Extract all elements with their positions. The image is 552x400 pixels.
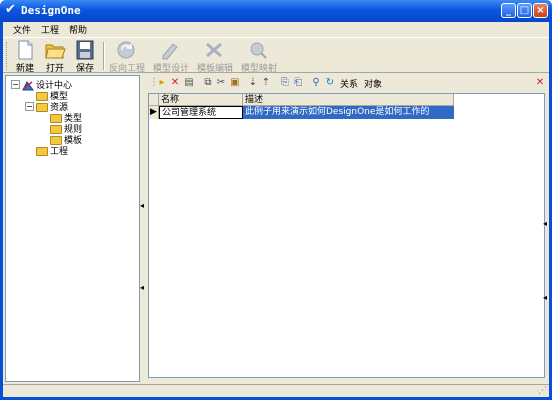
mapping-icon <box>250 42 267 59</box>
design-pencil-icon <box>162 43 178 60</box>
delete-row-icon[interactable]: ✕ <box>169 77 181 89</box>
main-toolbar: 新建 打开 保存 反向工程 模型设计 模板编辑 模型映射 <box>3 37 549 74</box>
row-selector-icon[interactable]: ▶ <box>149 106 159 119</box>
folder-icon <box>36 147 48 156</box>
title-bar: ✔ DesignOne _ □ × <box>0 0 552 22</box>
grid-toolbar: ⋮ ▸ ✕ ▤ ⧉ ✂ ▣ ⇣ ⇡ ⎘ ⎗ ⚲ ↻ 关系 对象 ✕ <box>145 75 549 91</box>
open-label: 打开 <box>45 64 64 74</box>
model-mapping-label: 模型映射 <box>241 64 278 74</box>
column-header-name[interactable]: 名称 <box>159 94 243 106</box>
copy-icon[interactable]: ⧉ <box>202 77 214 89</box>
design-center-icon <box>22 80 34 90</box>
menu-bar: 文件 工程 帮助 <box>3 22 549 36</box>
template-edit-label: 模板编辑 <box>197 64 234 74</box>
sort-asc-icon[interactable]: ⇣ <box>247 77 259 89</box>
status-bar: ⋰ <box>3 384 549 397</box>
resize-grip-icon[interactable]: ⋰ <box>538 386 547 396</box>
model-mapping-button[interactable]: 模型映射 <box>241 40 278 74</box>
table-cell-description[interactable]: 此例子用来演示如何DesignOne是如何工作的 <box>243 106 454 119</box>
new-file-icon <box>18 40 33 60</box>
column-header-description[interactable]: 描述 <box>243 94 454 106</box>
relation-button[interactable]: 关系 <box>340 77 358 90</box>
model-design-button[interactable]: 模型设计 <box>153 40 190 74</box>
paste-icon[interactable]: ▣ <box>229 77 241 89</box>
tree-project-label: 工程 <box>50 147 69 157</box>
cut-icon[interactable]: ✂ <box>215 77 227 89</box>
export-icon[interactable]: ⎘ <box>279 77 291 89</box>
add-row-icon[interactable]: ▸ <box>156 77 168 89</box>
save-disk-icon <box>76 40 94 60</box>
tree-collapse-toggle[interactable]: − <box>11 80 20 89</box>
toolbar-separator <box>103 42 105 70</box>
collapse-left-icon[interactable]: ◂ <box>140 283 144 292</box>
tree-collapse-toggle[interactable]: − <box>25 102 34 111</box>
minimize-button[interactable]: _ <box>501 3 516 18</box>
sort-desc-icon[interactable]: ⇡ <box>260 77 272 89</box>
menu-help[interactable]: 帮助 <box>69 23 87 36</box>
edit-tools-icon <box>206 42 222 58</box>
app-window: ✔ DesignOne _ □ × 文件 工程 帮助 新建 打开 保存 反向工程… <box>0 0 552 400</box>
row-header-corner <box>149 94 159 106</box>
project-tree-panel: − 设计中心 模型 − 资源 类型 规则 模板 工程 <box>5 75 140 382</box>
menu-file[interactable]: 文件 <box>13 23 31 36</box>
collapse-left-icon[interactable]: ◂ <box>140 201 144 210</box>
save-button[interactable]: 保存 <box>70 40 100 74</box>
open-button[interactable]: 打开 <box>40 40 70 74</box>
collapse-right-icon[interactable]: ◂ <box>543 219 547 228</box>
close-panel-icon[interactable]: ✕ <box>534 77 546 89</box>
client-area: 文件 工程 帮助 新建 打开 保存 反向工程 模型设计 模板编辑 模型映射 − … <box>3 22 549 397</box>
reverse-engineering-button[interactable]: 反向工程 <box>109 40 146 74</box>
new-label: 新建 <box>15 64 34 74</box>
model-design-label: 模型设计 <box>153 64 190 74</box>
content-panel: ⋮ ▸ ✕ ▤ ⧉ ✂ ▣ ⇣ ⇡ ⎘ ⎗ ⚲ ↻ 关系 对象 ✕ 名称 描述 <box>145 75 549 382</box>
menu-project[interactable]: 工程 <box>41 23 59 36</box>
new-button[interactable]: 新建 <box>10 40 40 74</box>
app-check-icon: ✔ <box>5 2 16 17</box>
open-folder-icon <box>45 44 66 59</box>
refresh-icon[interactable]: ↻ <box>324 77 336 89</box>
save-label: 保存 <box>75 64 94 74</box>
reverse-icon <box>117 41 135 59</box>
maximize-button[interactable]: □ <box>517 3 532 18</box>
data-grid: 名称 描述 ▶ 公司管理系统 此例子用来演示如何DesignOne是如何工作的 <box>148 93 545 378</box>
object-button[interactable]: 对象 <box>364 77 382 90</box>
folder-icon <box>36 103 48 112</box>
reverse-label: 反向工程 <box>109 64 146 74</box>
template-edit-button[interactable]: 模板编辑 <box>197 40 234 74</box>
import-icon[interactable]: ⎗ <box>292 77 304 89</box>
search-icon[interactable]: ⚲ <box>310 77 322 89</box>
tree-node-project[interactable]: 工程 <box>36 144 69 157</box>
window-title: DesignOne <box>21 4 81 17</box>
toolbar-grip[interactable] <box>6 42 9 70</box>
table-cell-name[interactable]: 公司管理系统 <box>159 106 243 119</box>
close-button[interactable]: × <box>533 3 548 18</box>
properties-icon[interactable]: ▤ <box>183 77 195 89</box>
collapse-right-icon[interactable]: ◂ <box>543 293 547 302</box>
